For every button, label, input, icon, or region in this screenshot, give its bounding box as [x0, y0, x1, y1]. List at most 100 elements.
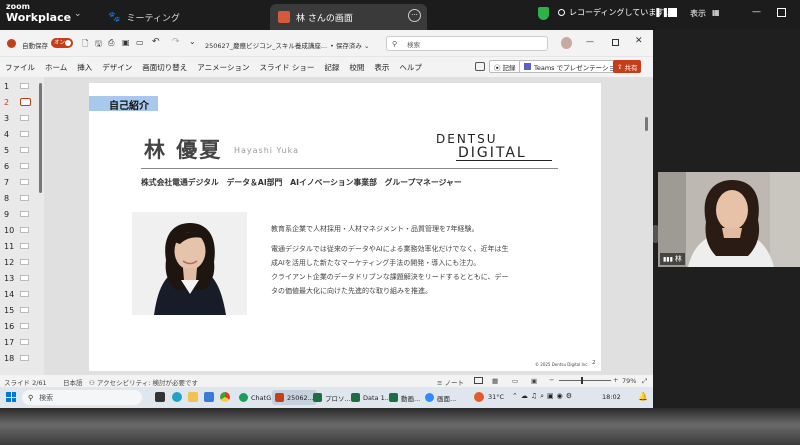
- participant-video[interactable]: ▮▮▮ 林: [658, 172, 800, 267]
- thumbnail-item[interactable]: 18: [4, 352, 29, 364]
- tab-animations[interactable]: アニメーション: [197, 62, 249, 73]
- tab-record[interactable]: 記録: [324, 62, 339, 73]
- redo-icon[interactable]: ↷: [172, 37, 180, 47]
- slideshow-view-icon[interactable]: ▣: [531, 377, 537, 385]
- fit-slide-icon[interactable]: ⤢: [642, 377, 647, 386]
- clock[interactable]: 18:02: [602, 393, 621, 401]
- weather-temp[interactable]: 31°C: [488, 393, 504, 401]
- view-button[interactable]: 表示: [690, 8, 706, 19]
- reading-view-icon[interactable]: ▭: [512, 377, 518, 385]
- tab-design[interactable]: デザイン: [102, 62, 132, 73]
- tray-icons[interactable]: ⌃☁♫⌕▣◉⚙: [512, 392, 575, 401]
- autosave-toggle[interactable]: オン: [51, 38, 73, 48]
- thumbnail-item[interactable]: 14: [4, 288, 29, 300]
- status-bar: スライド 2/61 日本語 ⚇ アクセシビリティ: 検討が必要です ≡ ノート …: [0, 375, 653, 387]
- explorer-icon[interactable]: [188, 392, 198, 402]
- thumbnail-item[interactable]: 3: [4, 112, 29, 124]
- accessibility-status[interactable]: ⚇ アクセシビリティ: 検討が必要です: [89, 377, 198, 387]
- zoom-out-icon[interactable]: −: [549, 376, 554, 384]
- taskview-icon[interactable]: [155, 392, 165, 402]
- comment-icon[interactable]: [475, 62, 485, 71]
- tab-meeting[interactable]: 🐾 ミーティング: [100, 4, 188, 30]
- restore-icon[interactable]: [612, 39, 619, 46]
- thumbnail-item[interactable]: 11: [4, 240, 29, 252]
- save-icon[interactable]: 🖫: [95, 38, 102, 52]
- thumbnail-number: 2: [4, 97, 10, 107]
- taskbar-app-zoom[interactable]: 画面...: [422, 390, 459, 405]
- thumbnail-number: 12: [4, 257, 15, 267]
- slide[interactable]: 自己紹介 林 優夏 Hayashi Yuka DENTSU DIGITAL 株式…: [89, 83, 601, 371]
- canvas-scrollbar[interactable]: [645, 117, 648, 131]
- open-icon[interactable]: ▭: [136, 38, 144, 47]
- thumbnail-item[interactable]: 17: [4, 336, 29, 348]
- tab-slideshow[interactable]: スライド ショー: [259, 62, 314, 73]
- teams-present-button[interactable]: Teams でプレゼンテーション: [519, 60, 627, 73]
- thumbnail-item[interactable]: 4: [4, 128, 29, 140]
- grid-icon[interactable]: ▦: [712, 8, 720, 17]
- zoom-in-icon[interactable]: +: [613, 376, 618, 384]
- normal-view-icon[interactable]: [474, 377, 483, 384]
- print-icon[interactable]: ⎙: [108, 38, 114, 48]
- avatar[interactable]: [561, 37, 572, 49]
- file-icon[interactable]: 🗋: [82, 38, 88, 52]
- tab-transitions[interactable]: 画面切り替え: [142, 62, 187, 73]
- tab-view[interactable]: 表示: [374, 62, 389, 73]
- autosave-label: 自動保存: [22, 42, 48, 50]
- close-icon[interactable]: ✕: [635, 36, 643, 46]
- thumbnail-item[interactable]: 12: [4, 256, 29, 268]
- tab-review[interactable]: 校閲: [349, 62, 364, 73]
- thumbnail-number: 7: [4, 177, 10, 187]
- notification-icon[interactable]: 🔔: [638, 392, 648, 401]
- taskbar-search[interactable]: ⚲ 検索: [22, 390, 142, 405]
- share-button[interactable]: ⇪ 共有: [613, 60, 642, 73]
- mail-icon[interactable]: [204, 392, 214, 402]
- thumbnail-item[interactable]: 13: [4, 272, 29, 284]
- thumbnail-item[interactable]: 8: [4, 192, 29, 204]
- tab-shared-screen[interactable]: 林 さんの画面 ···: [270, 4, 427, 30]
- thumbnail-item[interactable]: 7: [4, 176, 29, 188]
- restore-icon[interactable]: [777, 8, 786, 17]
- more-icon[interactable]: ···: [408, 9, 421, 22]
- tab-insert[interactable]: 挿入: [77, 62, 92, 73]
- minimize-icon[interactable]: —: [752, 7, 761, 17]
- tab-home[interactable]: ホーム: [45, 62, 67, 73]
- zoom-level[interactable]: 79%: [622, 377, 636, 385]
- edge-icon[interactable]: [172, 392, 182, 402]
- taskbar-app-excel-3[interactable]: 動画...: [386, 390, 423, 405]
- thumbnail-item[interactable]: 10: [4, 224, 29, 236]
- thumbnail-scrollbar[interactable]: [39, 83, 42, 193]
- thumbnail-item[interactable]: 16: [4, 320, 29, 332]
- copyright: © 2025 Dentsu Digital Inc.: [535, 362, 589, 367]
- thumbnail-item[interactable]: 1: [4, 80, 29, 92]
- search-input[interactable]: ⚲ 検索: [386, 36, 548, 51]
- slideshow-icon[interactable]: ▣: [122, 38, 130, 47]
- zoom-slider-thumb[interactable]: [581, 377, 583, 384]
- pause-recording-icon[interactable]: ❚❚: [654, 8, 669, 18]
- panel-collapse-handle[interactable]: [653, 225, 658, 243]
- stop-recording-icon[interactable]: [668, 8, 677, 17]
- customize-icon[interactable]: ⌄: [189, 37, 196, 46]
- thumbnail-item[interactable]: 15: [4, 304, 29, 316]
- thumbnail-item-selected[interactable]: 2: [4, 96, 31, 108]
- thumbnail-preview: [20, 259, 29, 265]
- thumbnail-preview: [20, 307, 29, 313]
- chevron-down-icon[interactable]: ⌄: [74, 9, 82, 19]
- thumbnail-item[interactable]: 9: [4, 208, 29, 220]
- thumbnail-number: 14: [4, 289, 15, 299]
- windows-start-icon[interactable]: [6, 392, 16, 402]
- tab-help[interactable]: ヘルプ: [399, 62, 422, 73]
- notes-button[interactable]: ≡ ノート: [437, 377, 464, 387]
- zoom-logo-top: zoom: [6, 2, 30, 11]
- language-indicator[interactable]: 日本語: [63, 377, 83, 387]
- minimize-icon[interactable]: —: [586, 37, 594, 46]
- thumbnail-item[interactable]: 5: [4, 144, 29, 156]
- sorter-view-icon[interactable]: ▦: [492, 377, 498, 385]
- chrome-icon[interactable]: [220, 392, 230, 402]
- undo-icon[interactable]: ↶: [152, 37, 160, 47]
- thumbnail-item[interactable]: 6: [4, 160, 29, 172]
- record-button[interactable]: ⦿ 記録: [489, 60, 521, 73]
- thumbnail-preview: [20, 323, 29, 329]
- zoom-slider[interactable]: [559, 377, 611, 384]
- autosave-state: オン: [54, 40, 66, 46]
- tab-file[interactable]: ファイル: [5, 62, 35, 73]
